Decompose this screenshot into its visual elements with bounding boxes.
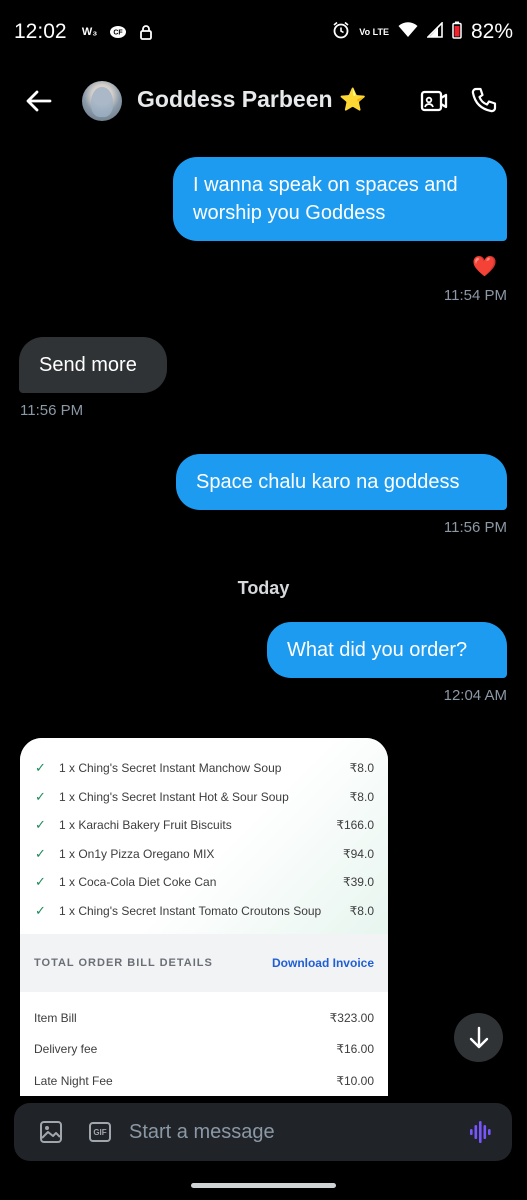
avatar[interactable]: [82, 81, 122, 121]
order-item-price: ₹8.0: [349, 789, 374, 804]
scroll-to-bottom-button[interactable]: [454, 1013, 503, 1062]
bill-row: Item Bill ₹323.00: [20, 1002, 388, 1034]
message-timestamp: 12:04 AM: [443, 687, 507, 704]
order-item-price: ₹8.0: [349, 761, 374, 776]
phone-icon: [471, 87, 497, 113]
image-button[interactable]: [39, 1120, 63, 1144]
bill-row: Late Night Fee ₹10.00: [20, 1065, 388, 1096]
bill-row-label: Delivery fee: [34, 1042, 98, 1057]
check-icon: ✓: [35, 845, 46, 861]
status-right-icons: Vo LTE 82%: [332, 20, 513, 44]
star-emoji: ⭐: [338, 87, 367, 112]
cf-icon: CF: [109, 24, 127, 40]
bill-row-amount: ₹10.00: [336, 1073, 374, 1088]
bill-row-label: Item Bill: [34, 1010, 77, 1025]
check-icon: ✓: [35, 760, 46, 776]
conversation-header: Goddess Parbeen ⭐: [0, 64, 527, 136]
status-bar: 12:02 W₃ CF Vo LTE 82%: [0, 0, 527, 64]
message-timestamp: 11:56 PM: [20, 402, 84, 419]
message-timestamp: 11:54 PM: [443, 287, 507, 304]
voice-message-button[interactable]: [469, 1120, 493, 1144]
message-bubble-outgoing[interactable]: I wanna speak on spaces and worship you …: [173, 157, 507, 241]
gif-button[interactable]: GIF: [89, 1122, 111, 1142]
bill-row-amount: ₹16.00: [336, 1042, 374, 1057]
notification-icons: W₃ CF: [81, 24, 155, 40]
check-icon: ✓: [35, 817, 46, 833]
home-indicator[interactable]: [191, 1183, 336, 1188]
battery-percent: 82%: [470, 20, 513, 43]
message-bubble-incoming[interactable]: Send more: [19, 337, 167, 393]
order-item: ✓ 1 x Coca-Cola Diet Coke Can ₹39.0: [20, 868, 388, 897]
order-item-name: 1 x Ching's Secret Instant Manchow Soup: [59, 761, 282, 776]
video-camera-icon: [420, 90, 448, 112]
order-item: ✓ 1 x On1y Pizza Oregano MIX ₹94.0: [20, 840, 388, 869]
order-screenshot-image[interactable]: ✓ 1 x Ching's Secret Instant Manchow Sou…: [20, 738, 388, 1096]
order-item: ✓ 1 x Karachi Bakery Fruit Biscuits ₹166…: [20, 811, 388, 840]
gif-icon-label: GIF: [93, 1127, 107, 1137]
order-item-price: ₹166.0: [336, 818, 374, 833]
w-icon: W₃: [81, 26, 98, 38]
status-time: 12:02: [14, 20, 67, 43]
heart-reaction-icon[interactable]: ❤️: [472, 254, 497, 279]
order-item: ✓ 1 x Ching's Secret Instant Manchow Sou…: [20, 754, 388, 783]
back-button[interactable]: [24, 86, 54, 116]
check-icon: ✓: [35, 902, 46, 918]
bill-row-label: Late Night Fee: [34, 1073, 113, 1088]
order-item-price: ₹94.0: [343, 846, 374, 861]
message-bubble-outgoing[interactable]: Space chalu karo na goddess: [176, 454, 507, 510]
image-icon: [40, 1121, 62, 1143]
order-item-name: 1 x On1y Pizza Oregano MIX: [59, 846, 215, 861]
svg-text:CF: CF: [113, 30, 123, 37]
download-invoice-link: Download Invoice: [271, 956, 374, 970]
arrow-left-icon: [26, 90, 52, 112]
alarm-icon: [332, 21, 350, 44]
order-item-name: 1 x Ching's Secret Instant Tomato Crouto…: [59, 903, 322, 918]
contact-name[interactable]: Goddess Parbeen ⭐: [137, 86, 366, 113]
check-icon: ✓: [35, 874, 46, 890]
order-item: ✓ 1 x Ching's Secret Instant Hot & Sour …: [20, 783, 388, 812]
bill-row-amount: ₹323.00: [329, 1010, 374, 1025]
volte-icon: Vo LTE: [359, 26, 389, 37]
message-bubble-outgoing[interactable]: What did you order?: [267, 622, 507, 678]
arrow-down-icon: [469, 1026, 488, 1048]
bill-rows: Item Bill ₹323.00 Delivery fee ₹16.00 La…: [20, 992, 388, 1096]
order-item: ✓ 1 x Ching's Secret Instant Tomato Crou…: [20, 897, 388, 926]
message-input[interactable]: [129, 1117, 449, 1147]
signal-icon: [426, 20, 443, 43]
order-items-list: ✓ 1 x Ching's Secret Instant Manchow Sou…: [20, 738, 388, 934]
order-item-price: ₹8.0: [349, 903, 374, 918]
voice-waveform-icon: [470, 1121, 491, 1143]
bill-details-header: TOTAL ORDER BILL DETAILS Download Invoic…: [20, 934, 388, 992]
order-item-name: 1 x Ching's Secret Instant Hot & Sour So…: [59, 789, 289, 804]
day-separator: Today: [237, 578, 290, 598]
message-composer: GIF: [14, 1103, 512, 1161]
voice-call-button[interactable]: [470, 86, 498, 114]
bill-row: Delivery fee ₹16.00: [20, 1034, 388, 1066]
contact-name-text: Goddess Parbeen: [137, 86, 333, 112]
bill-details-title: TOTAL ORDER BILL DETAILS: [34, 957, 213, 969]
video-call-button[interactable]: [420, 88, 448, 114]
order-item-name: 1 x Karachi Bakery Fruit Biscuits: [59, 818, 232, 833]
order-item-name: 1 x Coca-Cola Diet Coke Can: [59, 875, 217, 890]
lock-icon: [137, 24, 155, 40]
wifi-icon: [398, 21, 418, 43]
battery-icon: [452, 21, 462, 44]
check-icon: ✓: [35, 788, 46, 804]
message-timestamp: 11:56 PM: [443, 519, 507, 536]
order-item-price: ₹39.0: [343, 875, 374, 890]
